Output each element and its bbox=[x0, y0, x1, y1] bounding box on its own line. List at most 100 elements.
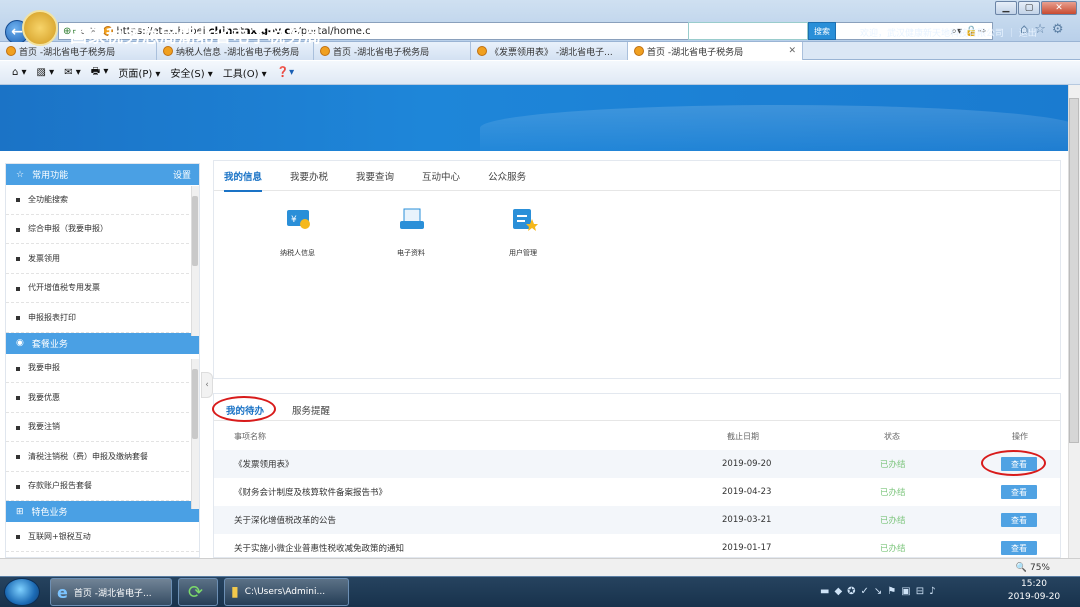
sidebar-scrollbar[interactable] bbox=[191, 186, 199, 336]
browser-tab[interactable]: 《发票领用表》 -湖北省电子... bbox=[471, 42, 628, 60]
tab-tax-handling[interactable]: 我要办税 bbox=[290, 169, 328, 183]
tab-interaction[interactable]: 互动中心 bbox=[422, 169, 460, 183]
help-icon[interactable]: ❓▾ bbox=[277, 67, 294, 78]
table-row: 《财务会计制度及核算软件备案报告书》 2019-04-23 已办结 查看 bbox=[214, 478, 1060, 506]
sidebar-item[interactable]: 我要优惠 bbox=[6, 383, 199, 413]
sidebar-item[interactable]: 代开增值税专用发票 bbox=[6, 274, 199, 303]
row-status: 已办结 bbox=[880, 460, 906, 470]
maximize-button[interactable]: ▢ bbox=[1018, 1, 1040, 15]
start-button[interactable] bbox=[4, 578, 40, 606]
home-icon[interactable]: ⌂ ▾ bbox=[12, 67, 27, 78]
row-date: 2019-03-21 bbox=[722, 515, 772, 525]
sidebar: ☆ 常用功能 设置 全功能搜索 综合申报（我要申报） 发票领用 代开增值税专用发票 … bbox=[5, 163, 200, 558]
clock-time: 15:20 bbox=[1021, 579, 1047, 589]
status-bar: 🔍 75% bbox=[0, 558, 1080, 576]
sidebar-item[interactable]: 清税注销税（费）申报及缴纳套餐 bbox=[6, 442, 199, 472]
info-panel: 我的信息 我要办税 我要查询 互动中心 公众服务 ¥ 纳税人信息 电子资料 用户… bbox=[213, 160, 1061, 379]
view-button[interactable]: 查看 bbox=[1001, 485, 1037, 499]
tab-service-reminder[interactable]: 服务提醒 bbox=[292, 403, 330, 417]
task-label: 首页 -湖北省电子... bbox=[73, 588, 152, 599]
sidebar-item[interactable]: 发票领用 bbox=[6, 244, 199, 274]
row-name[interactable]: 《财务会计制度及核算软件备案报告书》 bbox=[234, 486, 387, 498]
task-label: C:\Users\Admini... bbox=[244, 587, 326, 597]
menu-safety[interactable]: 安全(S) ▾ bbox=[170, 65, 212, 80]
menu-tools[interactable]: 工具(O) ▾ bbox=[223, 65, 267, 80]
col-name: 事项名称 bbox=[234, 431, 266, 441]
tab-my-info[interactable]: 我的信息 bbox=[224, 169, 263, 192]
sidebar-item[interactable]: 全功能搜索 bbox=[6, 185, 199, 215]
collapse-sidebar-icon[interactable]: ‹ bbox=[201, 372, 213, 398]
col-deadline: 截止日期 bbox=[727, 431, 759, 441]
sidebar-scrollbar[interactable] bbox=[191, 359, 199, 509]
tab-label: 《发票领用表》 -湖北省电子... bbox=[490, 47, 613, 58]
main-nav: 我的信息 我要办税 我要查询 互动中心 公众服务 bbox=[214, 161, 1060, 192]
close-tab-icon[interactable]: ✕ bbox=[788, 46, 796, 56]
app-label: 电子资料 bbox=[397, 249, 425, 257]
page-scrollbar-thumb[interactable] bbox=[1069, 98, 1079, 443]
taskbar-ie-window[interactable]: e 首页 -湖北省电子... bbox=[50, 578, 172, 606]
table-body: 《发票领用表》 2019-09-20 已办结 查看 《财务会计制度及核算软件备案… bbox=[214, 450, 1060, 557]
print-icon[interactable]: 🖶 ▾ bbox=[91, 64, 109, 81]
table-header: 事项名称 截止日期 状态 操作 bbox=[214, 423, 1060, 449]
zoom-level[interactable]: 75% bbox=[1030, 563, 1050, 573]
row-status: 已办结 bbox=[880, 516, 906, 526]
user-management-icon[interactable] bbox=[509, 206, 539, 232]
section-common[interactable]: ☆ 常用功能 设置 bbox=[6, 164, 199, 185]
grid-icon: ⊞ bbox=[16, 506, 24, 517]
zoom-icon: 🔍 bbox=[1015, 562, 1027, 573]
star-icon: ☆ bbox=[16, 169, 25, 180]
app-label: 用户管理 bbox=[509, 249, 537, 257]
site-header bbox=[0, 85, 1068, 151]
row-status: 已办结 bbox=[880, 488, 906, 498]
sidebar-item[interactable]: 申报报表打印 bbox=[6, 303, 199, 333]
svg-text:¥: ¥ bbox=[291, 215, 297, 225]
settings-link[interactable]: 设置 bbox=[173, 168, 191, 181]
browser-tab[interactable]: 首页 -湖北省电子税务局 bbox=[314, 42, 471, 60]
minimize-button[interactable]: ▁ bbox=[995, 1, 1017, 15]
taskbar-explorer-window[interactable]: ▮ C:\Users\Admini... bbox=[224, 578, 349, 606]
command-bar: ⌂ ▾ ▧ ▾ ✉ ▾ 🖶 ▾ 页面(P) ▾ 安全(S) ▾ 工具(O) ▾ … bbox=[0, 61, 1080, 85]
header-search-button[interactable]: 搜索 bbox=[808, 22, 836, 40]
view-button[interactable]: 查看 bbox=[1001, 513, 1037, 527]
e-documents-icon[interactable] bbox=[397, 206, 427, 232]
row-name[interactable]: 关于实施小微企业普惠性税收减免政策的通知 bbox=[234, 542, 404, 554]
sidebar-item[interactable]: 互联网+银税互动 bbox=[6, 522, 199, 552]
section-package[interactable]: ◉ 套餐业务 bbox=[6, 332, 199, 354]
section-title: 特色业务 bbox=[31, 508, 68, 518]
todo-nav: 我的待办 服务提醒 bbox=[214, 394, 1060, 421]
view-button[interactable]: 查看 bbox=[1001, 541, 1037, 555]
taskbar-app[interactable]: ⟳ bbox=[178, 578, 218, 606]
tab-public-service[interactable]: 公众服务 bbox=[488, 169, 526, 183]
refresh-app-icon: ⟳ bbox=[188, 581, 204, 603]
table-row: 关于深化增值税改革的公告 2019-03-21 已办结 查看 bbox=[214, 506, 1060, 534]
tray-icons[interactable]: ▬◆✪✓↘⚑▣⊟♪ bbox=[820, 586, 940, 597]
row-name[interactable]: 《发票领用表》 bbox=[234, 458, 294, 470]
sidebar-item[interactable]: 综合申报（我要申报） bbox=[6, 215, 199, 244]
folder-icon: ▮ bbox=[231, 584, 239, 600]
sidebar-item[interactable]: 存款账户报告套餐 bbox=[6, 472, 199, 501]
tab-query[interactable]: 我要查询 bbox=[356, 169, 394, 183]
close-window-button[interactable]: ✕ bbox=[1041, 1, 1077, 15]
annotation-circle-view bbox=[981, 450, 1046, 476]
taxpayer-info-icon[interactable]: ¥ bbox=[284, 206, 314, 232]
row-status: 已办结 bbox=[880, 544, 906, 554]
welcome-text[interactable]: 欢迎，武汉健康新天地科技有限公司 ｜ 退出 bbox=[860, 26, 1037, 39]
tab-icon bbox=[6, 46, 16, 56]
section-title: 常用功能 bbox=[32, 171, 69, 181]
browser-tab-active[interactable]: 首页 -湖北省电子税务局 ✕ bbox=[628, 42, 803, 60]
menu-page[interactable]: 页面(P) ▾ bbox=[118, 65, 160, 80]
sidebar-item[interactable]: 我要申报 bbox=[6, 354, 199, 383]
cube-icon: ◉ bbox=[16, 338, 24, 348]
mail-icon[interactable]: ✉ ▾ bbox=[64, 67, 81, 78]
section-special[interactable]: ⊞ 特色业务 bbox=[6, 501, 199, 522]
feeds-icon[interactable]: ▧ ▾ bbox=[37, 67, 55, 78]
site-title: 国家税务总局湖北省电子税务局 bbox=[70, 27, 322, 47]
header-search-input[interactable] bbox=[688, 22, 808, 40]
tab-icon bbox=[477, 46, 487, 56]
tab-label: 首页 -湖北省电子税务局 bbox=[647, 47, 744, 58]
clock[interactable]: 15:20 2019-09-20 bbox=[1004, 578, 1064, 604]
table-row: 关于实施小微企业普惠性税收减免政策的通知 2019-01-17 已办结 查看 bbox=[214, 534, 1060, 557]
row-name[interactable]: 关于深化增值税改革的公告 bbox=[234, 514, 336, 526]
sidebar-item[interactable]: 我要注销 bbox=[6, 413, 199, 442]
todo-panel: 我的待办 服务提醒 事项名称 截止日期 状态 操作 《发票领用表》 2019-0… bbox=[213, 393, 1061, 558]
